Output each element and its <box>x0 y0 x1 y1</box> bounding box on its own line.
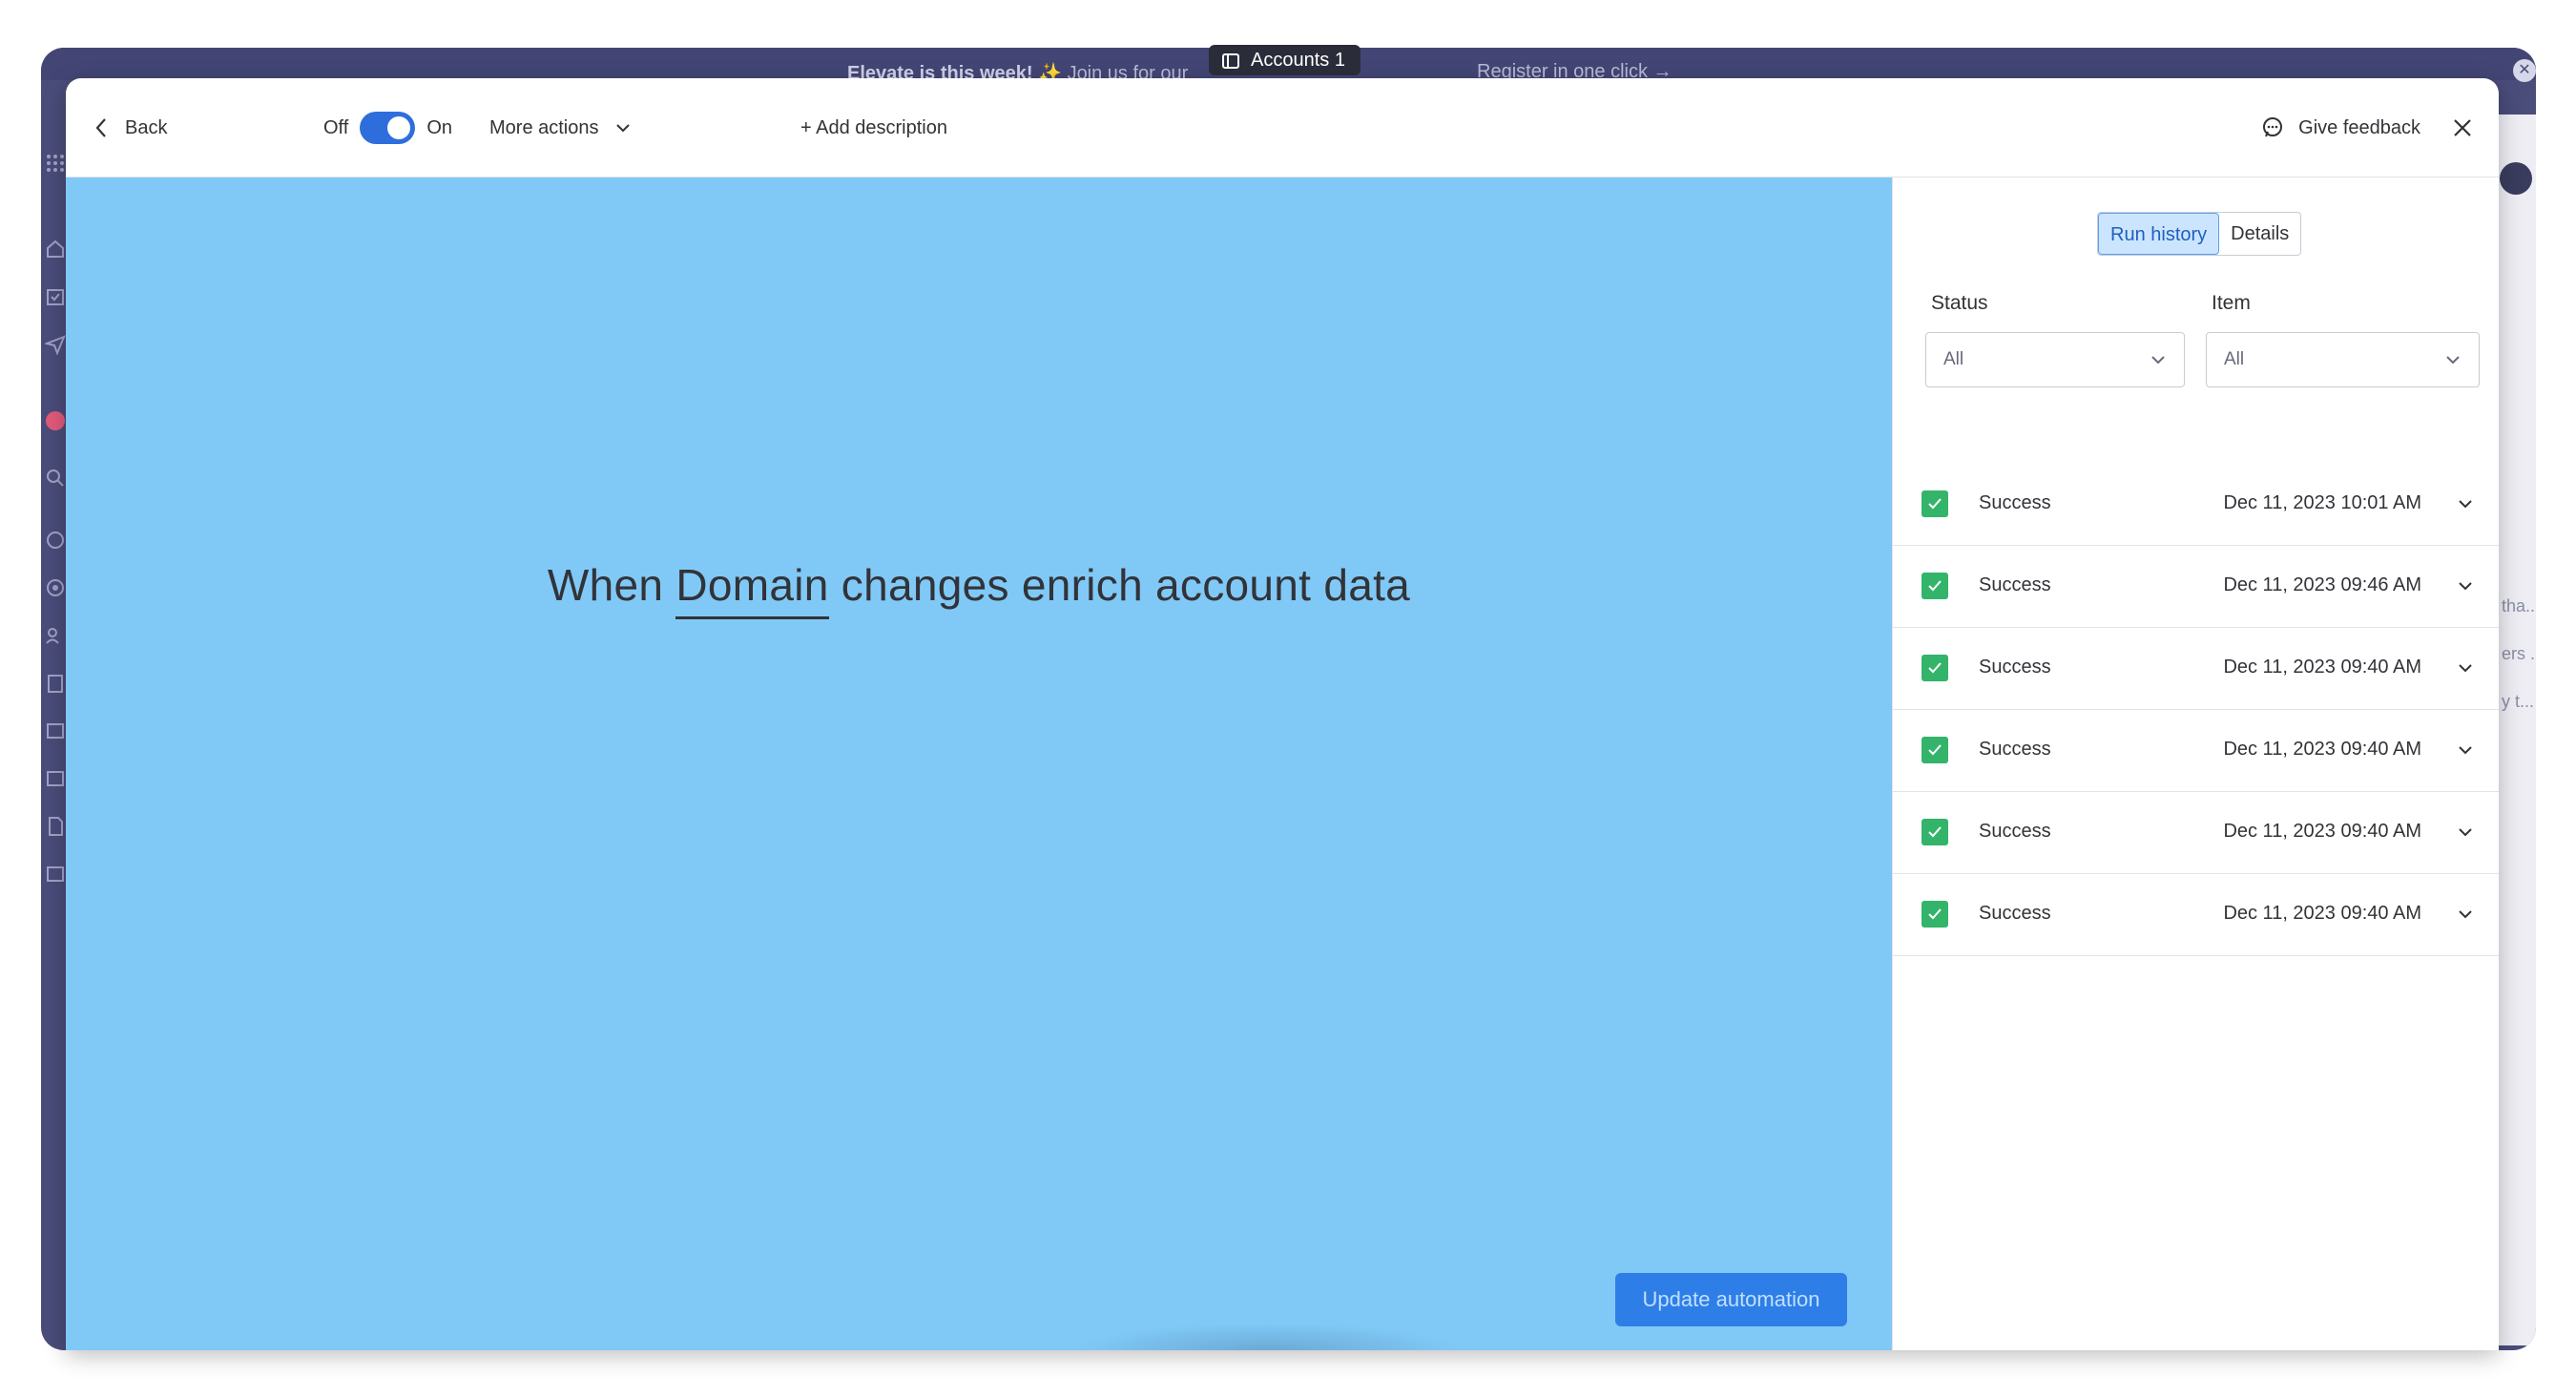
peek-text: y t... <box>2502 692 2535 711</box>
status-filter-value: All <box>1943 349 1964 369</box>
banner-close-icon[interactable]: ✕ <box>2513 59 2536 82</box>
chevron-down-icon[interactable] <box>2456 823 2475 842</box>
chevron-down-icon[interactable] <box>2456 576 2475 595</box>
dashboard-icon[interactable] <box>45 768 66 789</box>
board-tab-label: Accounts 1 <box>1251 50 1345 71</box>
left-nav-rail <box>41 115 66 1345</box>
my-work-icon[interactable] <box>45 286 66 307</box>
chevron-down-icon <box>2446 356 2460 365</box>
chevron-down-icon <box>615 124 630 133</box>
send-icon[interactable] <box>43 334 66 356</box>
home-icon[interactable] <box>45 239 66 260</box>
give-feedback-label: Give feedback <box>2298 116 2420 138</box>
modal-header: Back Off On More actions + Add descripti… <box>66 78 2499 177</box>
success-check-icon <box>1922 573 1948 599</box>
tab-run-history[interactable]: Run history <box>2098 213 2220 255</box>
success-check-icon <box>1922 490 1948 517</box>
item-filter-value: All <box>2224 349 2245 369</box>
update-automation-button[interactable]: Update automation <box>1615 1273 1847 1326</box>
run-timestamp: Dec 11, 2023 09:40 AM <box>2223 739 2421 760</box>
run-history-panel: Run history Details Status All Item All … <box>1892 177 2499 1350</box>
give-feedback-button[interactable]: Give feedback <box>2260 78 2420 177</box>
run-timestamp: Dec 11, 2023 09:46 AM <box>2223 574 2421 595</box>
back-button[interactable]: Back <box>94 78 167 177</box>
accounts-icon[interactable] <box>45 673 66 694</box>
run-timestamp: Dec 11, 2023 09:40 AM <box>2223 821 2421 842</box>
search-icon[interactable] <box>45 468 66 489</box>
item-filter-select[interactable]: All <box>2206 332 2480 387</box>
automation-canvas: When Domain changes enrich account data … <box>66 177 1892 1350</box>
run-timestamp: Dec 11, 2023 09:40 AM <box>2223 657 2421 678</box>
target-icon[interactable] <box>45 577 66 598</box>
success-check-icon <box>1922 901 1948 928</box>
peek-text: ers ... <box>2502 644 2536 663</box>
success-check-icon <box>1922 819 1948 845</box>
run-history-row[interactable]: Success Dec 11, 2023 09:40 AM <box>1893 710 2499 792</box>
add-description-button[interactable]: + Add description <box>800 78 947 177</box>
back-label: Back <box>125 116 168 138</box>
run-history-row[interactable]: Success Dec 11, 2023 09:40 AM <box>1893 792 2499 874</box>
run-history-row[interactable]: Success Dec 11, 2023 10:01 AM <box>1893 464 2499 546</box>
favorites-heart-icon[interactable] <box>45 410 66 431</box>
recipe-column-token[interactable]: Domain <box>675 559 829 619</box>
document-icon[interactable] <box>45 816 66 837</box>
automation-recipe-sentence: When Domain changes enrich account data <box>66 559 1892 619</box>
run-status: Success <box>1979 492 2051 513</box>
recipe-text-after: changes enrich account data <box>828 560 1411 610</box>
run-history-row[interactable]: Success Dec 11, 2023 09:46 AM <box>1893 546 2499 628</box>
more-actions-dropdown[interactable]: More actions <box>489 78 632 177</box>
panel-tabs: Run history Details <box>2097 212 2302 256</box>
more-actions-label: More actions <box>489 116 599 138</box>
peek-text: tha... <box>2502 596 2536 615</box>
panel-icon[interactable] <box>45 864 66 885</box>
canvas-shadow <box>1068 1323 1468 1350</box>
panel-icon <box>1222 49 1239 79</box>
run-status: Success <box>1979 821 2051 842</box>
recipe-text-before: When <box>547 560 676 610</box>
avatar[interactable] <box>2500 162 2532 195</box>
success-check-icon <box>1922 737 1948 763</box>
tab-details[interactable]: Details <box>2219 213 2300 255</box>
automation-modal: Back Off On More actions + Add descripti… <box>66 78 2499 1350</box>
contacts-icon[interactable] <box>45 625 66 646</box>
run-history-row[interactable]: Success Dec 11, 2023 09:40 AM <box>1893 874 2499 956</box>
run-history-list: Success Dec 11, 2023 10:01 AM Success De… <box>1893 464 2499 956</box>
chevron-down-icon[interactable] <box>2456 658 2475 678</box>
billing-icon[interactable] <box>45 530 66 551</box>
run-status: Success <box>1979 574 2051 595</box>
automation-on-off-toggle[interactable] <box>360 112 416 144</box>
chevron-down-icon[interactable] <box>2456 740 2475 760</box>
status-filter-label: Status <box>1931 292 1988 314</box>
chevron-down-icon[interactable] <box>2456 494 2475 513</box>
toggle-off-label: Off <box>323 116 349 138</box>
chevron-down-icon[interactable] <box>2456 905 2475 924</box>
list-icon[interactable] <box>45 720 66 741</box>
run-timestamp: Dec 11, 2023 09:40 AM <box>2223 903 2421 924</box>
board-tab-chip[interactable]: Accounts 1 <box>1209 45 1361 75</box>
toggle-on-label: On <box>426 116 452 138</box>
success-check-icon <box>1922 655 1948 681</box>
run-status: Success <box>1979 739 2051 760</box>
chevron-left-icon <box>95 118 106 137</box>
run-status: Success <box>1979 903 2051 924</box>
apps-grid-icon[interactable] <box>45 153 66 174</box>
run-timestamp: Dec 11, 2023 10:01 AM <box>2223 492 2421 513</box>
run-status: Success <box>1979 657 2051 678</box>
close-icon <box>2454 119 2471 136</box>
background-board-peek: tha... ers ... y t... <box>2498 115 2536 1345</box>
automation-toggle-group: Off On <box>323 78 452 177</box>
close-modal-button[interactable] <box>2443 78 2482 177</box>
item-filter-label: Item <box>2212 292 2251 314</box>
chat-bubble-icon <box>2263 117 2283 137</box>
chevron-down-icon <box>2151 356 2165 365</box>
run-history-row[interactable]: Success Dec 11, 2023 09:40 AM <box>1893 628 2499 710</box>
status-filter-select[interactable]: All <box>1925 332 2185 387</box>
